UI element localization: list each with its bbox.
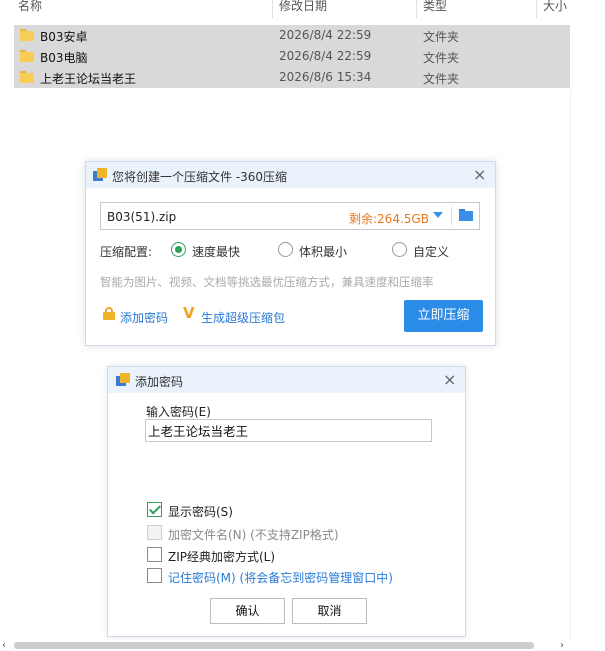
remember-password-label[interactable]: 记住密码(M) (将会备忘到密码管理窗口中) <box>168 569 393 586</box>
close-icon[interactable]: × <box>473 167 486 183</box>
lock-icon[interactable] <box>103 307 115 320</box>
compress-dialog: 您将创建一个压缩文件 -360压缩 × B03(51).zip 剩余:264.5… <box>85 161 496 346</box>
encrypt-filenames-label: 加密文件名(N) (不支持ZIP格式) <box>168 528 339 542</box>
file-row[interactable]: B03电脑 2026/8/4 22:59 文件夹 <box>14 46 570 67</box>
cancel-button[interactable]: 取消 <box>292 598 367 624</box>
radio-smallest[interactable] <box>278 242 293 257</box>
ok-button[interactable]: 确认 <box>210 598 285 624</box>
scroll-track <box>570 90 571 640</box>
file-type: 文件夹 <box>423 72 460 86</box>
scroll-left-icon[interactable]: ‹ <box>2 640 6 651</box>
file-type: 文件夹 <box>423 30 460 44</box>
password-dialog: 添加密码 × 输入密码(E) 显示密码(S) 加密文件名(N) (不支持ZIP格… <box>107 366 466 637</box>
archive-path-input[interactable]: B03(51).zip 剩余:264.5GB <box>100 202 480 230</box>
compress-dialog-titlebar[interactable]: 您将创建一个压缩文件 -360压缩 × <box>86 162 495 188</box>
scrollbar-thumb[interactable] <box>14 642 534 649</box>
chevron-down-icon[interactable] <box>433 212 443 218</box>
zip-classic-label[interactable]: ZIP经典加密方式(L) <box>168 548 275 565</box>
file-list-header: 名称 修改日期 类型 大小 <box>0 0 605 18</box>
file-row[interactable]: B03安卓 2026/8/4 22:59 文件夹 <box>14 25 570 46</box>
close-icon[interactable]: × <box>443 372 456 388</box>
column-header-size[interactable]: 大小 <box>537 0 567 18</box>
radio-fastest[interactable] <box>171 242 186 257</box>
password-dialog-titlebar[interactable]: 添加密码 × <box>108 367 465 393</box>
radio-label-custom[interactable]: 自定义 <box>413 243 449 260</box>
file-row[interactable]: 上老王论坛当老王 2026/8/6 15:34 文件夹 <box>14 67 570 88</box>
file-date: 2026/8/4 22:59 <box>279 49 372 63</box>
remember-password-checkbox[interactable] <box>147 568 162 583</box>
horizontal-scrollbar[interactable]: ‹ › <box>0 640 605 651</box>
radio-custom[interactable] <box>392 242 407 257</box>
360zip-app-icon <box>116 373 130 387</box>
column-header-name[interactable]: 名称 <box>12 0 42 18</box>
radio-label-fastest[interactable]: 速度最快 <box>192 243 240 260</box>
add-password-link[interactable]: 添加密码 <box>120 309 168 326</box>
show-password-checkbox[interactable] <box>147 502 162 517</box>
show-password-label[interactable]: 显示密码(S) <box>168 503 233 520</box>
archive-filename[interactable]: B03(51).zip <box>107 210 176 224</box>
super-package-icon: V <box>183 304 195 322</box>
column-header-date[interactable]: 修改日期 <box>273 0 327 18</box>
zip-classic-checkbox[interactable] <box>147 547 162 562</box>
radio-label-smallest[interactable]: 体积最小 <box>299 243 347 260</box>
divider <box>451 207 452 225</box>
password-input-label: 输入密码(E) <box>146 405 211 419</box>
folder-icon <box>20 71 34 83</box>
360zip-app-icon <box>93 168 107 182</box>
compress-now-button[interactable]: 立即压缩 <box>404 300 483 332</box>
file-name: B03电脑 <box>40 51 88 65</box>
remaining-space: 剩余:264.5GB <box>349 212 429 226</box>
compress-config-label: 压缩配置: <box>100 245 153 259</box>
column-header-type[interactable]: 类型 <box>417 0 447 18</box>
password-input[interactable] <box>145 419 432 442</box>
compress-dialog-title: 您将创建一个压缩文件 -360压缩 <box>112 170 288 184</box>
file-type: 文件夹 <box>423 51 460 65</box>
super-package-link[interactable]: 生成超级压缩包 <box>201 309 285 326</box>
encrypt-filenames-checkbox <box>147 525 162 540</box>
folder-icon <box>20 50 34 62</box>
file-name: B03安卓 <box>40 30 88 44</box>
file-date: 2026/8/4 22:59 <box>279 28 372 42</box>
compress-hint: 智能为图片、视频、文档等挑选最优压缩方式，兼具速度和压缩率 <box>100 275 434 289</box>
file-date: 2026/8/6 15:34 <box>279 70 372 84</box>
file-name: 上老王论坛当老王 <box>40 72 137 86</box>
folder-icon <box>20 29 34 41</box>
browse-folder-icon[interactable] <box>459 209 473 221</box>
password-dialog-title: 添加密码 <box>135 375 184 389</box>
scroll-right-icon[interactable]: › <box>560 640 564 651</box>
